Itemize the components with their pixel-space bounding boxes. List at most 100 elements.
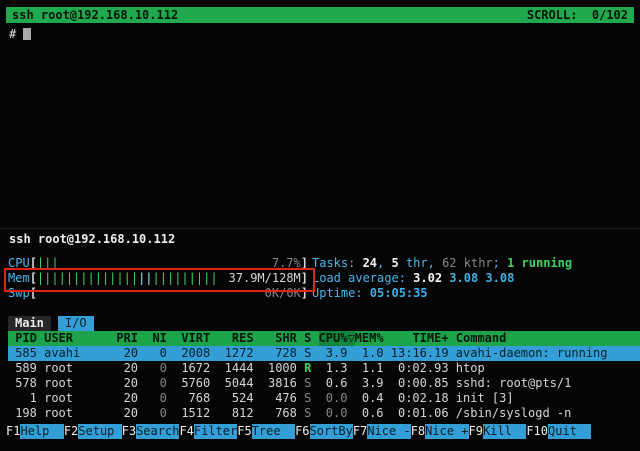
cell-mem: 0.4	[355, 391, 384, 406]
column-header-user[interactable]: USER	[44, 331, 109, 346]
column-header-cpu[interactable]: CPU%▽	[319, 331, 355, 346]
fkey-search[interactable]: F3Search	[122, 424, 180, 439]
htop-tabs: Main I/O	[8, 316, 640, 331]
cell-cpu: 0.0	[319, 391, 348, 406]
fkey-label: Filter	[194, 424, 237, 439]
cell-shr: 476	[261, 391, 297, 406]
column-header-time[interactable]: TIME+	[391, 331, 449, 346]
cell-command: avahi-daemon: running	[456, 346, 640, 361]
cell-shr: 768	[261, 406, 297, 421]
cell-command: htop	[456, 361, 640, 376]
column-header-mem[interactable]: MEM%	[355, 331, 384, 346]
uptime-text: Uptime: 05:05:35	[312, 286, 640, 301]
mem-meter-value: 37.9M/128M	[229, 271, 301, 286]
cell-cpu: 3.9	[319, 346, 348, 361]
process-table: 585avahi20020081272728S3.91.013:16.19ava…	[8, 346, 640, 421]
column-header-virt[interactable]: VIRT	[174, 331, 210, 346]
column-header-pid[interactable]: PID	[8, 331, 37, 346]
cell-shr: 1000	[261, 361, 297, 376]
fkey-sortby[interactable]: F6SortBy	[295, 424, 353, 439]
fkey-tree[interactable]: F5Tree	[237, 424, 295, 439]
fkey-filter[interactable]: F4Filter	[179, 424, 237, 439]
cell-ni: 0	[145, 391, 167, 406]
column-header-pri[interactable]: PRI	[116, 331, 138, 346]
fkey-label: Quit	[548, 424, 591, 439]
cell-s: S	[304, 346, 311, 361]
cell-cpu: 1.3	[319, 361, 348, 376]
cell-s: S	[304, 391, 311, 406]
fkey-label: Tree	[252, 424, 295, 439]
fkey-number: F8	[411, 424, 425, 439]
cell-pid: 1	[8, 391, 37, 406]
cell-res: 1444	[217, 361, 253, 376]
cell-ni: 0	[145, 376, 167, 391]
column-header-command[interactable]: Command	[456, 331, 640, 346]
cell-pri: 20	[116, 346, 138, 361]
fkey-number: F5	[237, 424, 251, 439]
process-table-header: PID USER PRI NI VIRT RES SHR S CPU%▽MEM% TIME+ Com…	[8, 331, 640, 346]
bottom-pane-title: ssh root@192.168.10.112	[9, 232, 175, 247]
column-header-res[interactable]: RES	[217, 331, 253, 346]
cell-command: init [3]	[456, 391, 640, 406]
cell-res: 812	[217, 406, 253, 421]
cell-command: sshd: root@pts/1	[456, 376, 640, 391]
process-row-1[interactable]: 1root200768524476S0.00.40:02.18init [3]	[8, 391, 640, 406]
cpu-meter: CPU[|||7.7%]	[8, 256, 308, 271]
cell-pri: 20	[116, 376, 138, 391]
fkey-number: F7	[353, 424, 367, 439]
fkey-setup[interactable]: F2Setup	[64, 424, 122, 439]
cell-user: root	[44, 406, 109, 421]
mem-meter: Mem[|||||||||||||||||||||||||37.9M/128M]	[8, 271, 308, 286]
fkey-quit[interactable]: F10Quit	[526, 424, 591, 439]
fkey-label: SortBy	[310, 424, 353, 439]
cell-mem: 3.9	[355, 376, 384, 391]
fkey-help[interactable]: F1Help	[6, 424, 64, 439]
process-row-198[interactable]: 198root2001512812768S0.00.60:01.06/sbin/…	[8, 406, 640, 421]
cell-virt: 5760	[174, 376, 210, 391]
cell-pri: 20	[116, 361, 138, 376]
cell-time: 0:00.85	[391, 376, 449, 391]
cpu-meter-bars: |||	[37, 256, 59, 271]
cell-res: 1272	[217, 346, 253, 361]
column-header-s[interactable]: S	[304, 331, 311, 346]
terminal-screen: ssh root@192.168.10.112 SCROLL: 0/102 # …	[0, 0, 640, 451]
fkey-label: Help	[20, 424, 63, 439]
fkey-number: F1	[6, 424, 20, 439]
swp-meter-value: 0K/0K	[265, 286, 301, 301]
cell-virt: 1512	[174, 406, 210, 421]
cell-s: S	[304, 406, 311, 421]
process-row-585[interactable]: 585avahi20020081272728S3.91.013:16.19ava…	[8, 346, 640, 361]
process-row-578[interactable]: 578root200576050443816S0.63.90:00.85sshd…	[8, 376, 640, 391]
text-cursor-block	[23, 28, 31, 40]
cell-time: 0:01.06	[391, 406, 449, 421]
fkey-number: F2	[64, 424, 78, 439]
cell-ni: 0	[145, 346, 167, 361]
cell-s: R	[304, 361, 311, 376]
column-header-shr[interactable]: SHR	[261, 331, 297, 346]
cpu-meter-value: 7.7%	[272, 256, 301, 271]
cell-pid: 585	[8, 346, 37, 361]
tab-io[interactable]: I/O	[58, 316, 94, 331]
cell-shr: 3816	[261, 376, 297, 391]
mem-meter-label: Mem	[8, 271, 30, 286]
shell-prompt-line: #	[9, 27, 31, 42]
tab-main[interactable]: Main	[8, 316, 51, 331]
cell-time: 0:02.18	[391, 391, 449, 406]
column-header-ni[interactable]: NI	[145, 331, 167, 346]
fkey-number: F6	[295, 424, 309, 439]
cell-cpu: 0.0	[319, 406, 348, 421]
fkey-nice[interactable]: F8Nice +	[411, 424, 469, 439]
meters-column: CPU[|||7.7%]Mem[||||||||||||||||||||||||…	[8, 256, 308, 301]
htop-meters-area: CPU[|||7.7%]Mem[||||||||||||||||||||||||…	[8, 256, 640, 301]
fkey-nice[interactable]: F7Nice -	[353, 424, 411, 439]
top-pane-titlebar: ssh root@192.168.10.112 SCROLL: 0/102	[6, 7, 634, 23]
fkey-label: Nice +	[425, 424, 468, 439]
cell-mem: 0.6	[355, 406, 384, 421]
fkey-number: F4	[179, 424, 193, 439]
function-key-bar: F1Help F2Setup F3SearchF4FilterF5Tree F6…	[6, 424, 640, 439]
cell-res: 5044	[217, 376, 253, 391]
process-row-589[interactable]: 589root200167214441000R1.31.10:02.93htop	[8, 361, 640, 376]
tasks-text: Tasks: 24, 5 thr, 62 kthr; 1 running	[312, 256, 640, 271]
fkey-number: F9	[469, 424, 483, 439]
fkey-kill[interactable]: F9Kill	[469, 424, 527, 439]
